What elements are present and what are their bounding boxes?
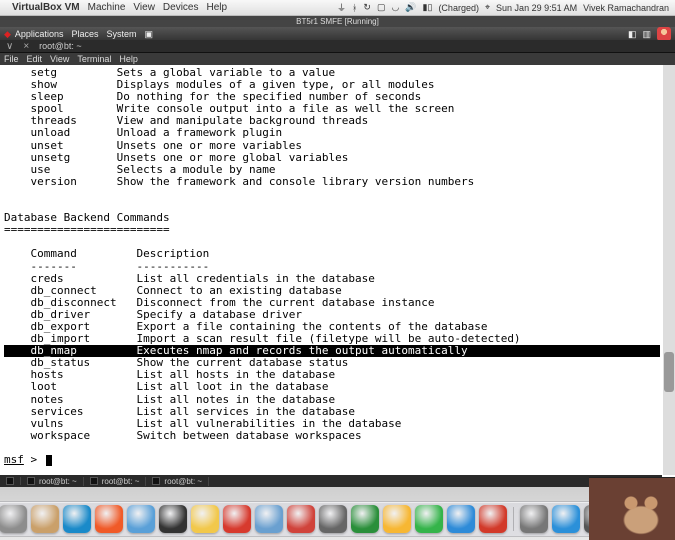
term-menu-view[interactable]: View (50, 54, 69, 64)
cursor (46, 455, 52, 466)
airplay-icon[interactable]: ▢ (377, 2, 386, 13)
menu-devices[interactable]: Devices (163, 2, 199, 13)
window-min-icon[interactable]: ∨ (6, 41, 13, 52)
dock-icon-5[interactable] (127, 505, 155, 533)
wifi-icon[interactable]: ⏚ (337, 1, 346, 14)
dock-icon-17[interactable] (520, 505, 548, 533)
dock-icon-18[interactable] (552, 505, 580, 533)
clock[interactable]: Sun Jan 29 9:51 AM (496, 3, 577, 13)
dock-icon-13[interactable] (383, 505, 411, 533)
dock-icon-12[interactable] (351, 505, 379, 533)
panel-terminal-icon[interactable]: ▣ (144, 29, 153, 40)
dock-icon-14[interactable] (415, 505, 443, 533)
terminal-window: ∨ × root@bt: ~ File Edit View Terminal H… (0, 40, 675, 487)
sync-icon[interactable]: ↻ (363, 2, 371, 13)
taskbar-desktop-icon[interactable] (0, 477, 21, 485)
dock-icon-16[interactable] (479, 505, 507, 533)
mac-dock (0, 501, 675, 537)
panel-places[interactable]: Places (71, 29, 98, 39)
panel-icon-a[interactable]: ◧ (628, 29, 637, 40)
term-menu-file[interactable]: File (4, 54, 19, 64)
dock-icon-9[interactable] (255, 505, 283, 533)
bt-icon[interactable]: ⌖ (485, 2, 490, 13)
menu-view[interactable]: View (133, 2, 155, 13)
dock-icon-11[interactable] (319, 505, 347, 533)
linux-taskbar: root@bt: ~ root@bt: ~ root@bt: ~ (0, 475, 662, 487)
taskbar-item-2[interactable]: root@bt: ~ (84, 477, 147, 486)
term-menu-terminal[interactable]: Terminal (77, 54, 111, 64)
terminal-tabbar: ∨ × root@bt: ~ (0, 40, 675, 53)
app-name[interactable]: VirtualBox VM (12, 2, 80, 13)
panel-applications[interactable]: Applications (15, 29, 64, 39)
terminal-tab[interactable]: root@bt: ~ (33, 41, 87, 51)
wifi-strength-icon[interactable]: ◡ (391, 2, 399, 13)
mac-dock-area (0, 487, 675, 540)
dock-icon-1[interactable] (0, 505, 27, 533)
vm-window-title: BT5r1 SMFE [Running] (0, 16, 675, 27)
menu-machine[interactable]: Machine (88, 2, 126, 13)
battery-text: (Charged) (438, 3, 479, 13)
dock-icon-2[interactable] (31, 505, 59, 533)
terminal-scrollbar[interactable] (663, 65, 675, 475)
prompt[interactable]: msf > (4, 454, 671, 466)
scrollbar-thumb[interactable] (664, 352, 674, 392)
taskbar-item-1[interactable]: root@bt: ~ (21, 477, 84, 486)
dock-icon-6[interactable] (159, 505, 187, 533)
dock-icon-7[interactable] (191, 505, 219, 533)
linux-top-panel: ◆ Applications Places System ▣ ◧ ▥ (0, 27, 675, 41)
menu-help[interactable]: Help (207, 2, 228, 13)
battery-icon[interactable]: ▮▯ (423, 2, 433, 13)
panel-system[interactable]: System (106, 29, 136, 39)
taskbar-item-3[interactable]: root@bt: ~ (146, 477, 209, 486)
panel-user-icon[interactable] (657, 27, 671, 41)
dock-icon-4[interactable] (95, 505, 123, 533)
tab-close-icon[interactable]: × (23, 41, 29, 52)
terminal-menubar: File Edit View Terminal Help (0, 53, 675, 65)
bluetooth-icon[interactable]: ᚼ (352, 3, 357, 13)
term-menu-help[interactable]: Help (119, 54, 138, 64)
mac-menubar: VirtualBox VM Machine View Devices Help … (0, 0, 675, 16)
dock-icon-15[interactable] (447, 505, 475, 533)
highlighted-row: db_nmap Executes nmap and records the ou… (4, 345, 660, 357)
distro-icon[interactable]: ◆ (4, 29, 11, 40)
volume-icon[interactable]: 🔊 (405, 2, 416, 13)
term-menu-edit[interactable]: Edit (27, 54, 43, 64)
dock-icon-8[interactable] (223, 505, 251, 533)
webcam-overlay (589, 477, 675, 540)
dock-icon-10[interactable] (287, 505, 315, 533)
user-name[interactable]: Vivek Ramachandran (583, 3, 669, 13)
panel-icon-b[interactable]: ▥ (642, 29, 651, 40)
dock-icon-3[interactable] (63, 505, 91, 533)
terminal-body[interactable]: setg Sets a global variable to a value s… (0, 65, 675, 487)
